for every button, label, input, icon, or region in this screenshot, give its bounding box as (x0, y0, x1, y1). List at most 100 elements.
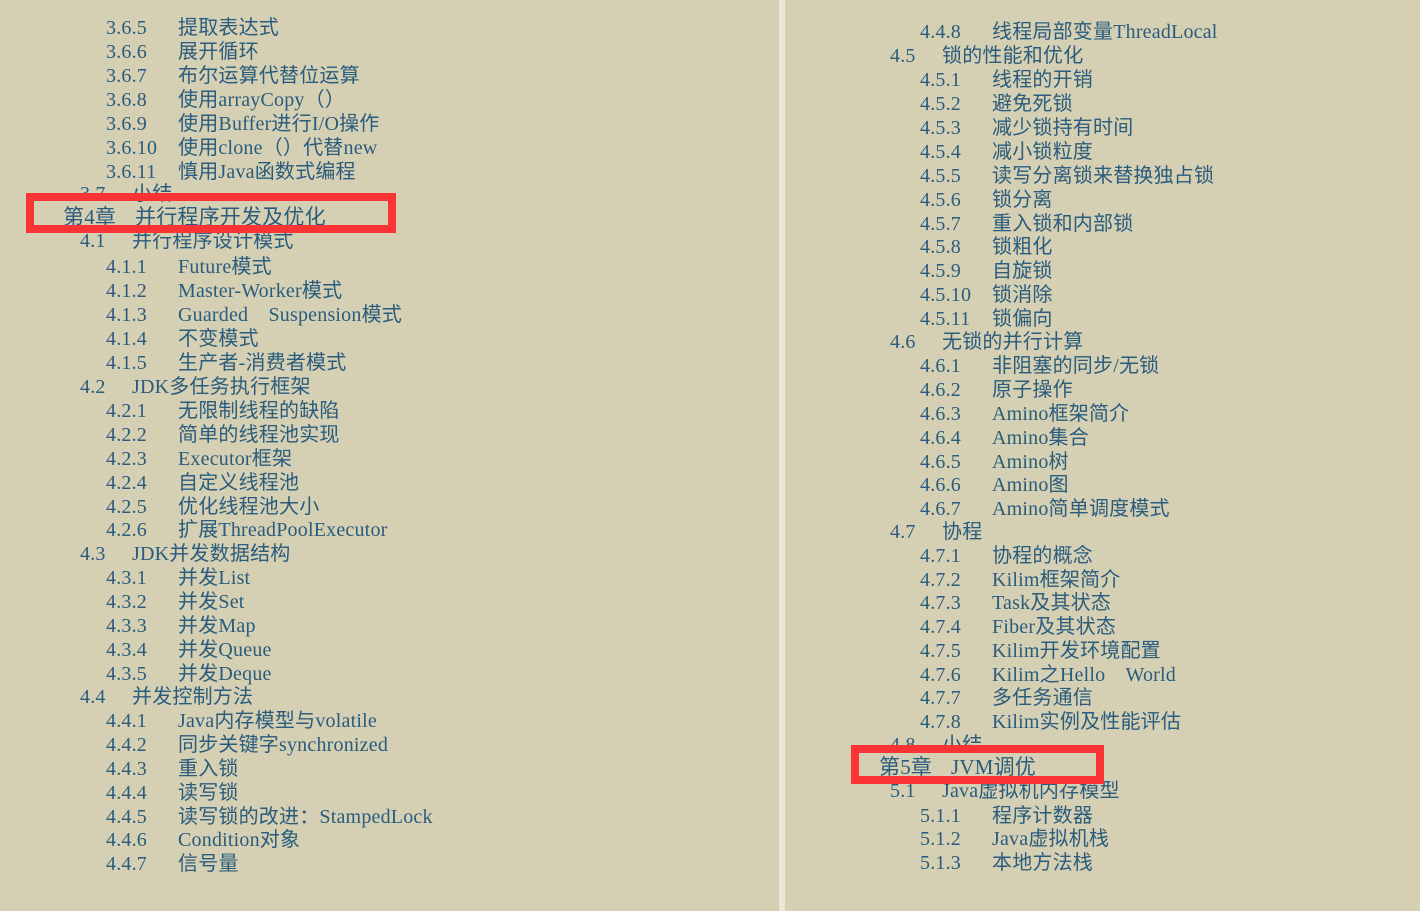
toc-entry-title: 线程的开销 (992, 69, 1093, 91)
toc-entry-title: Task及其状态 (992, 592, 1112, 614)
toc-entry-number: 5.1.1 (920, 805, 961, 827)
toc-entry-title: 自旋锁 (992, 260, 1053, 282)
toc-entry-number: 4.5.10 (920, 284, 972, 306)
toc-entry-number: 4.6.3 (920, 403, 961, 425)
toc-entry-number: 4.5.4 (920, 141, 961, 163)
toc-entry-title: 锁的性能和优化 (942, 45, 1084, 67)
toc-entry: 5.1.2 Java虚拟机栈 (920, 827, 1109, 851)
toc-entry-title: 协程的概念 (992, 545, 1093, 567)
toc-entry-number: 4.5.5 (920, 165, 961, 187)
toc-entry-number: 4.6.2 (920, 379, 961, 401)
toc-entry: 5.1.3 本地方法栈 (920, 851, 1093, 875)
toc-entry: 4.5.11 锁偏向 (920, 307, 1053, 331)
toc-entry-number: 4.7.5 (920, 640, 961, 662)
toc-entry-number: 4.7.6 (920, 664, 961, 686)
toc-entry: 4.7.6 Kilim之Hello World (920, 663, 1176, 687)
toc-entry-number: 4.7.1 (920, 545, 961, 567)
toc-entry-title: 原子操作 (992, 379, 1073, 401)
toc-entry: 4.5.6 锁分离 (920, 188, 1053, 212)
toc-entry-number: 4.5.1 (920, 69, 961, 91)
toc-entry-title: JVM调优 (951, 755, 1037, 779)
toc-entry: 4.5.7 重入锁和内部锁 (920, 212, 1133, 236)
toc-entry: 5.1 Java虚拟机内存模型 (890, 779, 1120, 803)
toc-entry-number: 第5章 (879, 755, 933, 779)
toc-entry-number: 4.6 (890, 331, 916, 353)
toc-entry-number: 4.5.7 (920, 213, 961, 235)
toc-entry-title: 锁消除 (992, 284, 1053, 306)
toc-entry-title: 读写分离锁来替换独占锁 (992, 165, 1215, 187)
toc-entry-number: 4.4.8 (920, 21, 961, 43)
right-toc-list: 4.4.8 线程局部变量ThreadLocal 4.5 锁的性能和优化 4.5.1 线程的… (0, 0, 1420, 911)
toc-entry: 4.8 小结 (890, 733, 982, 757)
toc-entry-number: 4.8 (890, 734, 916, 756)
toc-entry-title: Fiber及其状态 (992, 616, 1117, 638)
toc-entry-title: Amino图 (992, 474, 1069, 496)
toc-entry-title: 协程 (942, 521, 983, 543)
toc-entry-number: 4.6.1 (920, 355, 961, 377)
toc-entry-title: Kilim框架简介 (992, 569, 1121, 591)
toc-entry-number: 4.5.9 (920, 260, 961, 282)
toc-entry-number: 5.1 (890, 780, 916, 802)
toc-entry-number: 4.5.2 (920, 93, 961, 115)
toc-entry-number: 4.6.6 (920, 474, 961, 496)
toc-entry: 4.4.8 线程局部变量ThreadLocal (920, 20, 1218, 44)
toc-entry-title: Amino树 (992, 451, 1069, 473)
toc-entry-title: 小结 (942, 734, 983, 756)
toc-entry: 4.6.2 原子操作 (920, 378, 1073, 402)
toc-entry: 4.7.7 多任务通信 (920, 686, 1093, 710)
toc-entry: 4.6.3 Amino框架简介 (920, 402, 1129, 426)
toc-entry-title: 多任务通信 (992, 687, 1093, 709)
toc-entry-title: Java虚拟机栈 (992, 828, 1110, 850)
toc-entry-number: 4.5.11 (920, 308, 971, 330)
toc-entry: 第5章 JVM调优 (879, 755, 1036, 779)
toc-entry: 4.6.1 非阻塞的同步/无锁 (920, 354, 1159, 378)
toc-entry-title: 线程局部变量ThreadLocal (992, 21, 1218, 43)
toc-entry: 4.6.5 Amino树 (920, 450, 1069, 474)
toc-entry-title: 重入锁和内部锁 (992, 213, 1134, 235)
toc-entry: 4.7.5 Kilim开发环境配置 (920, 639, 1161, 663)
toc-entry-title: 锁分离 (992, 189, 1053, 211)
toc-entry-title: 程序计数器 (992, 805, 1093, 827)
toc-entry: 4.5.8 锁粗化 (920, 235, 1053, 259)
toc-entry: 4.7 协程 (890, 520, 982, 544)
toc-entry-title: Amino集合 (992, 427, 1089, 449)
scanned-toc-page: 3.6.5 提取表达式 3.6.6 展开循环 3.6.7 布尔运算代替位运算 3.6.8 使用… (0, 0, 1420, 911)
toc-entry: 4.5.1 线程的开销 (920, 68, 1093, 92)
toc-entry-title: 避免死锁 (992, 93, 1073, 115)
toc-entry-number: 4.6.5 (920, 451, 961, 473)
toc-entry-number: 5.1.3 (920, 852, 961, 874)
toc-entry-title: 非阻塞的同步/无锁 (992, 355, 1160, 377)
toc-entry-title: Kilim开发环境配置 (992, 640, 1161, 662)
toc-entry-title: 锁粗化 (992, 236, 1053, 258)
toc-entry: 4.6.6 Amino图 (920, 473, 1069, 497)
toc-entry-title: Kilim实例及性能评估 (992, 711, 1182, 733)
toc-entry-title: Java虚拟机内存模型 (942, 780, 1120, 802)
toc-entry-title: 减小锁粒度 (992, 141, 1093, 163)
toc-entry-title: Amino框架简介 (992, 403, 1130, 425)
toc-entry: 4.7.8 Kilim实例及性能评估 (920, 710, 1181, 734)
toc-entry-number: 4.7.3 (920, 592, 961, 614)
toc-entry-number: 4.5.6 (920, 189, 961, 211)
toc-entry-title: Amino简单调度模式 (992, 498, 1170, 520)
toc-entry-number: 5.1.2 (920, 828, 961, 850)
toc-entry-number: 4.7.7 (920, 687, 961, 709)
toc-entry-title: 锁偏向 (992, 308, 1053, 330)
toc-entry: 4.5.4 减小锁粒度 (920, 140, 1093, 164)
toc-entry: 4.5.10 锁消除 (920, 283, 1053, 307)
toc-entry: 4.5 锁的性能和优化 (890, 44, 1083, 68)
toc-entry: 4.6.7 Amino简单调度模式 (920, 497, 1170, 521)
toc-entry: 4.5.5 读写分离锁来替换独占锁 (920, 164, 1214, 188)
toc-entry-number: 4.5 (890, 45, 916, 67)
toc-entry: 4.5.2 避免死锁 (920, 92, 1073, 116)
toc-entry: 5.1.1 程序计数器 (920, 804, 1093, 828)
toc-entry-number: 4.5.3 (920, 117, 961, 139)
toc-entry-title: Kilim之Hello World (992, 664, 1176, 686)
toc-entry-title: 无锁的并行计算 (942, 331, 1084, 353)
toc-entry-title: 减少锁持有时间 (992, 117, 1134, 139)
toc-entry: 4.7.3 Task及其状态 (920, 591, 1111, 615)
toc-entry-number: 4.6.7 (920, 498, 961, 520)
toc-entry-number: 4.7 (890, 521, 916, 543)
toc-entry: 4.6 无锁的并行计算 (890, 330, 1083, 354)
toc-entry: 4.6.4 Amino集合 (920, 426, 1089, 450)
toc-entry-number: 4.5.8 (920, 236, 961, 258)
